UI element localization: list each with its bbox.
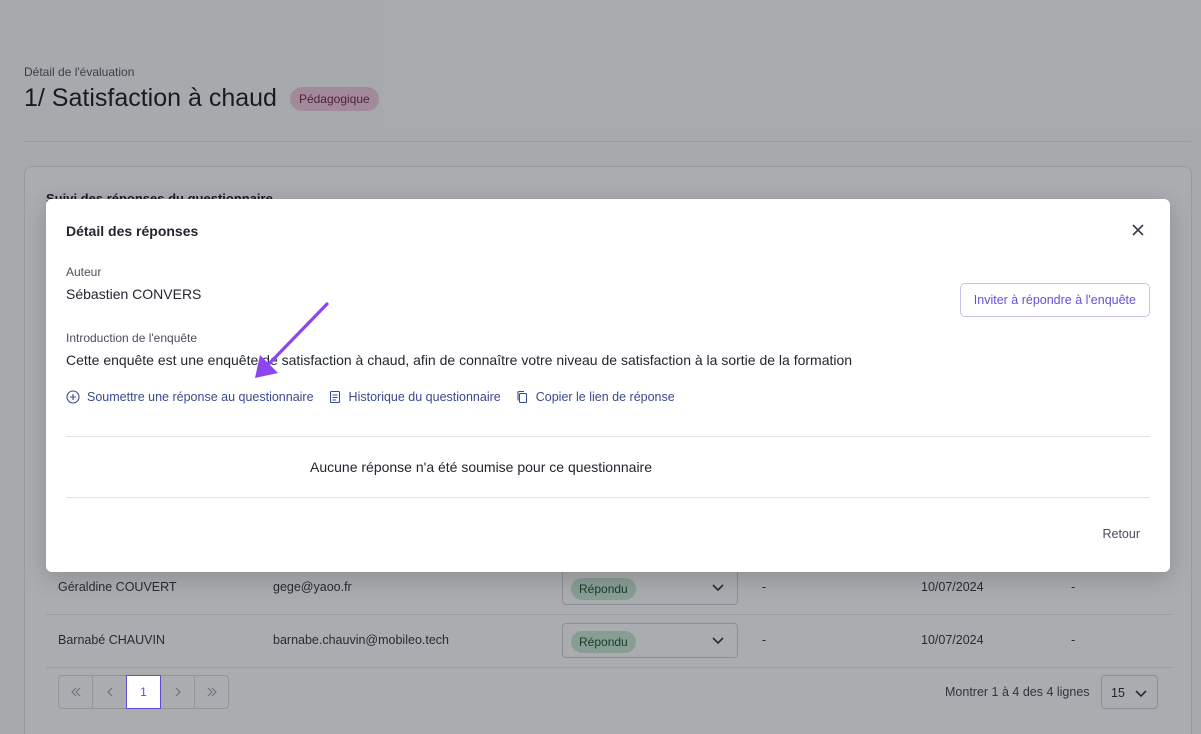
intro-value: Cette enquête est une enquête de satisfa… — [66, 352, 853, 368]
responses-detail-modal: Détail des réponses Auteur Sébastien CON… — [46, 199, 1170, 572]
author-value: Sébastien CONVERS — [66, 286, 202, 302]
empty-state-message: Aucune réponse n'a été soumise pour ce q… — [310, 459, 653, 475]
history-label: Historique du questionnaire — [348, 390, 501, 404]
author-label: Auteur — [66, 265, 102, 279]
modal-title: Détail des réponses — [66, 223, 199, 239]
close-icon[interactable] — [1130, 222, 1146, 238]
plus-circle-icon — [66, 390, 80, 404]
annotation-arrow-icon — [255, 302, 329, 378]
page-button[interactable]: 1 — [126, 675, 161, 709]
back-button[interactable]: Retour — [1102, 527, 1140, 541]
divider — [66, 436, 1150, 437]
document-list-icon — [329, 390, 340, 404]
intro-label: Introduction de l'enquête — [66, 331, 198, 345]
submit-response-link[interactable]: Soumettre une réponse au questionnaire — [66, 390, 314, 404]
copy-link-label: Copier le lien de réponse — [535, 390, 675, 404]
copy-link-button[interactable]: Copier le lien de réponse — [515, 390, 675, 404]
submit-response-label: Soumettre une réponse au questionnaire — [87, 390, 314, 404]
invite-button[interactable]: Inviter à répondre à l'enquête — [959, 283, 1150, 317]
copy-icon — [517, 390, 527, 404]
modal-actions: Soumettre une réponse au questionnaire H… — [66, 390, 675, 404]
divider — [66, 497, 1150, 498]
history-link[interactable]: Historique du questionnaire — [328, 390, 501, 404]
